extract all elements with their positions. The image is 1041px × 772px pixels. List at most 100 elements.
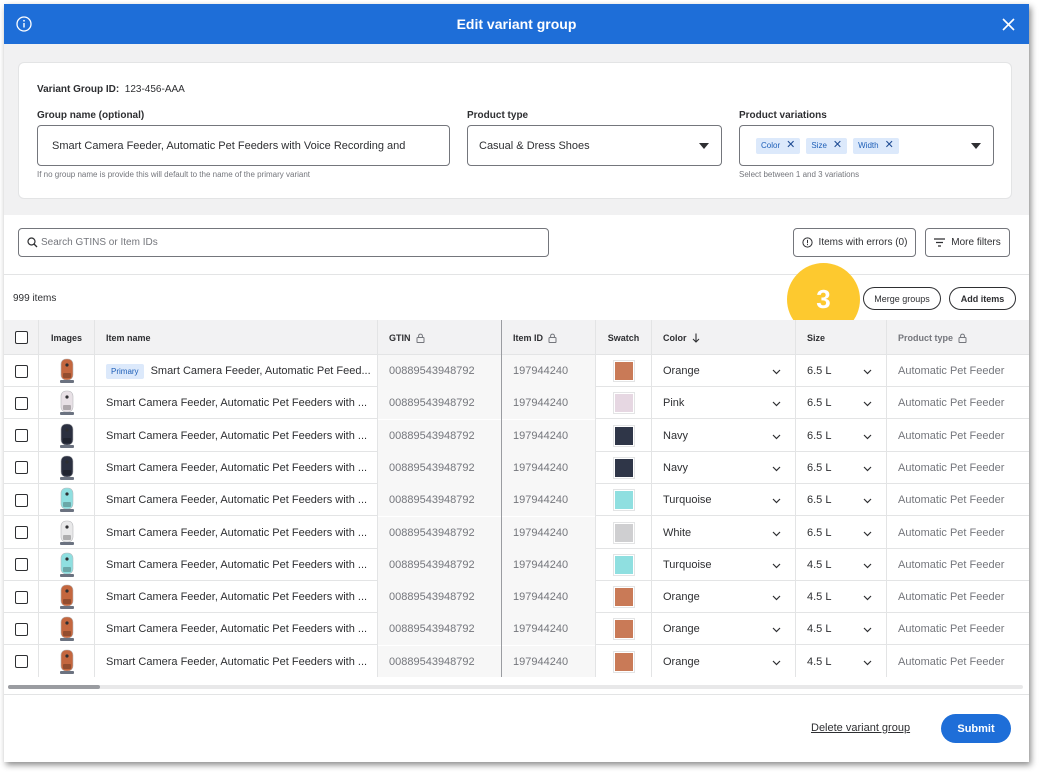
variation-chip-color: Color ✕: [756, 137, 801, 154]
row-checkbox[interactable]: [14, 396, 28, 410]
product-image: [59, 649, 74, 674]
color-select[interactable]: Pink: [652, 387, 795, 419]
product-variations-label: Product variations: [739, 110, 827, 121]
row-checkbox[interactable]: [14, 655, 28, 669]
color-select[interactable]: Navy: [652, 452, 795, 484]
arrow-down-icon: [692, 333, 699, 343]
table-row[interactable]: Smart Camera Feeder, Automatic Pet Feede…: [4, 581, 1029, 614]
product-thumbnail: [39, 355, 94, 387]
swatch-cell: [596, 613, 651, 645]
size-select[interactable]: 6.5 L: [796, 420, 886, 452]
caret-down-icon: [699, 143, 709, 149]
caret-down-icon: [971, 143, 981, 149]
swatch-cell: [596, 581, 651, 613]
merge-groups-button[interactable]: Merge groups: [863, 287, 941, 310]
color-swatch[interactable]: [612, 650, 635, 673]
table-row[interactable]: Smart Camera Feeder, Automatic Pet Feede…: [4, 645, 1029, 677]
select-all-cell: [4, 320, 38, 355]
lock-icon: [958, 333, 967, 343]
row-select-cell: [4, 387, 38, 419]
row-checkbox[interactable]: [14, 429, 28, 443]
remove-chip-icon[interactable]: ✕: [885, 140, 894, 151]
group-name-field[interactable]: Smart Camera Feeder, Automatic Pet Feede…: [37, 125, 450, 166]
product-image: [59, 487, 74, 513]
row-checkbox[interactable]: [14, 558, 28, 572]
alert-circle-icon: [801, 237, 813, 248]
table-row[interactable]: Primary Smart Camera Feeder, Automatic Pe…: [4, 355, 1029, 387]
item-id-cell: 197944240: [502, 645, 595, 677]
add-items-button[interactable]: Add items: [949, 287, 1016, 310]
color-swatch[interactable]: [612, 553, 635, 576]
size-select[interactable]: 6.5 L: [796, 387, 886, 419]
chevron-down-icon: [863, 560, 872, 572]
remove-chip-icon[interactable]: ✕: [833, 140, 842, 151]
color-swatch[interactable]: [612, 521, 635, 544]
table-row[interactable]: Smart Camera Feeder, Automatic Pet Feede…: [4, 387, 1029, 420]
color-select[interactable]: Orange: [652, 613, 795, 645]
size-select[interactable]: 6.5 L: [796, 484, 886, 516]
color-select[interactable]: Orange: [652, 646, 795, 677]
row-checkbox[interactable]: [14, 493, 28, 507]
size-select[interactable]: 6.5 L: [796, 355, 886, 387]
row-checkbox[interactable]: [14, 364, 28, 378]
product-type-cell: Automatic Pet Feeder: [898, 526, 1005, 539]
swatch-cell: [596, 646, 651, 677]
size-select[interactable]: 4.5 L: [796, 646, 886, 677]
color-swatch[interactable]: [612, 360, 635, 382]
select-all-checkbox[interactable]: [14, 331, 28, 344]
color-swatch[interactable]: [612, 586, 635, 609]
table-row[interactable]: Smart Camera Feeder, Automatic Pet Feede…: [4, 548, 1029, 581]
row-checkbox[interactable]: [14, 622, 28, 636]
table-row[interactable]: Smart Camera Feeder, Automatic Pet Feede…: [4, 419, 1029, 452]
color-select[interactable]: Orange: [652, 581, 795, 613]
product-thumbnail: [39, 484, 94, 516]
col-color[interactable]: Color: [652, 320, 795, 355]
gtin-cell: 00889543948792: [378, 451, 501, 484]
color-swatch[interactable]: [612, 392, 635, 415]
product-thumbnail: [39, 517, 94, 549]
product-image: [59, 617, 74, 642]
row-checkbox[interactable]: [14, 461, 28, 475]
info-icon[interactable]: [16, 16, 32, 32]
color-select[interactable]: Turquoise: [652, 484, 795, 516]
product-variations-select[interactable]: Color ✕ Size ✕ Width ✕: [739, 125, 994, 166]
row-checkbox[interactable]: [14, 590, 28, 604]
submit-button[interactable]: Submit: [941, 714, 1011, 743]
color-select[interactable]: Navy: [652, 420, 795, 452]
color-select[interactable]: Turquoise: [652, 549, 795, 581]
items-with-errors-button[interactable]: Items with errors (0): [793, 228, 916, 257]
product-type-cell: Automatic Pet Feeder: [898, 558, 1005, 571]
size-select[interactable]: 4.5 L: [796, 549, 886, 581]
close-icon[interactable]: [1001, 17, 1016, 32]
product-type-select[interactable]: Casual & Dress Shoes: [467, 125, 722, 166]
remove-chip-icon[interactable]: ✕: [786, 140, 795, 151]
item-name-cell: Smart Camera Feeder, Automatic Pet Feede…: [106, 655, 368, 668]
size-select[interactable]: 6.5 L: [796, 452, 886, 484]
color-swatch[interactable]: [612, 456, 635, 479]
item-id-cell: 197944240: [502, 419, 595, 452]
table-row[interactable]: Smart Camera Feeder, Automatic Pet Feede…: [4, 613, 1029, 646]
col-item-name: Item name: [106, 332, 151, 343]
color-select[interactable]: Orange: [652, 355, 795, 387]
row-checkbox[interactable]: [14, 526, 28, 539]
table-row[interactable]: Smart Camera Feeder, Automatic Pet Feede…: [4, 451, 1029, 484]
delete-variant-group-link[interactable]: Delete variant group: [811, 722, 910, 734]
search-input[interactable]: Search GTINS or Item IDs: [18, 228, 549, 257]
color-swatch[interactable]: [612, 489, 635, 512]
size-select[interactable]: 4.5 L: [796, 581, 886, 613]
swatch-cell: [596, 387, 651, 419]
col-divider: [38, 320, 39, 677]
more-filters-button[interactable]: More filters: [925, 228, 1010, 257]
modal-header: Edit variant group: [4, 4, 1029, 44]
table-row[interactable]: Smart Camera Feeder, Automatic Pet Feede…: [4, 516, 1029, 549]
color-swatch[interactable]: [612, 424, 635, 447]
size-select[interactable]: 6.5 L: [796, 517, 886, 549]
table-row[interactable]: Smart Camera Feeder, Automatic Pet Feede…: [4, 484, 1029, 517]
size-select[interactable]: 4.5 L: [796, 613, 886, 645]
gtin-cell: 00889543948792: [378, 419, 501, 452]
item-id-cell: 197944240: [502, 484, 595, 517]
horizontal-scrollbar[interactable]: [8, 685, 1023, 689]
color-swatch[interactable]: [612, 618, 635, 641]
color-select[interactable]: White: [652, 517, 795, 549]
scrollbar-thumb[interactable]: [8, 685, 100, 689]
